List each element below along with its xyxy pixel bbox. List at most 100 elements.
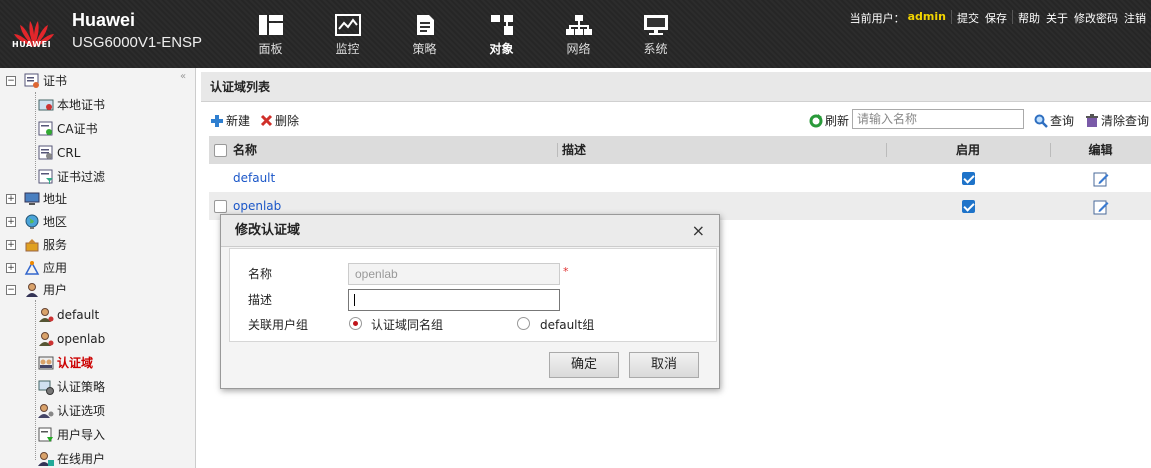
sidebar-item-auth-domain[interactable]: 认证域 [38,353,93,373]
sidebar-item-label: openlab [57,332,106,346]
same-name-group-radio[interactable] [349,317,362,330]
sidebar-item-label: 认证策略 [57,380,106,394]
sidebar-item-label: 认证选项 [57,404,106,418]
sidebar-item-label: 本地证书 [57,98,106,112]
auth-domain-table: 名称 描述 启用 编辑 default openlab [209,136,1151,220]
nav-label: 策略 [412,42,437,56]
name-label: 名称 [248,267,273,281]
desc-field[interactable] [348,289,560,311]
user-import-icon [38,427,53,442]
nav-policy[interactable]: 策略 [386,14,463,64]
sidebar-item-online-users[interactable]: 在线用户 [38,449,105,468]
enabled-checkbox[interactable] [961,200,975,213]
sidebar-item-label: 地区 [43,215,68,229]
row-select-checkbox[interactable] [214,200,227,213]
nav-label: 监控 [335,42,360,56]
nav-label: 面板 [258,42,283,56]
save-link[interactable]: 保存 [982,10,1010,26]
row-name-link[interactable]: default [233,171,275,185]
query-button[interactable]: 查询 [1034,112,1074,129]
logout-link[interactable]: 注销 [1121,10,1149,26]
policy-icon [416,15,434,35]
sidebar-item-user[interactable]: − 用户 [6,280,67,300]
huawei-logo-icon [14,21,54,47]
column-name-header: 名称 [233,143,258,157]
auth-domain-icon [38,356,54,370]
about-link[interactable]: 关于 [1043,10,1071,26]
top-header: HUAWEI Huawei USG6000V1-ENSP 面板 监控 策略 对象… [0,0,1151,68]
sidebar-item-cert-filter[interactable]: 证书过滤 [38,167,105,187]
default-group-radio[interactable] [517,317,530,330]
ca-cert-icon [38,121,53,136]
change-password-link[interactable]: 修改密码 [1071,10,1121,26]
sidebar-item-application[interactable]: + 应用 [6,258,67,278]
clear-icon [1086,113,1098,127]
device-model: USG6000V1-ENSP [72,34,203,51]
nav-label: 网络 [566,42,591,56]
sidebar-item-ca-cert[interactable]: CA证书 [38,119,98,139]
user-icon [26,283,38,297]
collapse-toggle-icon[interactable]: − [6,76,16,86]
brand-name: Huawei [72,10,136,30]
expand-toggle-icon[interactable]: + [6,194,16,204]
sidebar-item-region[interactable]: + 地区 [6,212,67,232]
sidebar-item-auth-policy[interactable]: 认证策略 [38,377,105,397]
sidebar-item-label: 在线用户 [57,452,106,466]
new-label: 新建 [226,114,251,128]
submit-link[interactable]: 提交 [954,10,982,26]
new-button[interactable]: 新建 [210,112,250,129]
same-name-group-label: 认证域同名组 [371,318,444,332]
expand-toggle-icon[interactable]: + [6,240,16,250]
object-icon [490,15,513,35]
select-all-checkbox[interactable] [214,144,227,157]
ok-button[interactable]: 确定 [549,352,619,378]
collapse-sidebar-icon[interactable]: « [180,71,186,82]
delete-button[interactable]: 删除 [260,112,299,129]
panel-title: 认证域列表 [201,72,1151,102]
sidebar-item-address[interactable]: + 地址 [6,189,67,209]
name-field[interactable] [348,263,560,285]
clear-query-label: 清除查询 [1101,114,1150,128]
nav-system[interactable]: 系统 [617,14,694,64]
current-user-label: 当前用户： [849,12,905,25]
sidebar-item-crl[interactable]: CRL [38,143,80,163]
search-input[interactable] [852,109,1024,129]
cancel-button[interactable]: 取消 [629,352,699,378]
sidebar-item-label: 证书 [43,74,68,88]
delete-icon [260,114,273,127]
expand-toggle-icon[interactable]: + [6,263,16,273]
row-name-link[interactable]: openlab [233,199,281,213]
sidebar-item-local-cert[interactable]: 本地证书 [38,95,105,115]
main-nav: 面板 监控 策略 对象 网络 系统 [232,14,694,64]
sidebar-item-service[interactable]: + 服务 [6,235,67,255]
sidebar-item-auth-options[interactable]: 认证选项 [38,401,105,421]
sidebar-item-label: 应用 [43,261,68,275]
sidebar-item-label: CA证书 [57,122,98,136]
enabled-checkbox[interactable] [961,172,975,185]
clear-query-button[interactable]: 清除查询 [1085,112,1149,129]
sidebar-item-label: CRL [57,146,81,160]
edit-icon[interactable] [1093,171,1109,187]
expand-toggle-icon[interactable]: + [6,217,16,227]
nav-monitor[interactable]: 监控 [309,14,386,64]
column-desc-header: 描述 [557,136,886,164]
column-enabled-header: 启用 [886,136,1050,164]
help-link[interactable]: 帮助 [1015,10,1043,26]
edit-icon[interactable] [1093,199,1109,215]
delete-label: 删除 [275,114,300,128]
sidebar-item-user-import[interactable]: 用户导入 [38,425,105,445]
close-icon[interactable]: × [692,221,705,240]
service-icon [25,239,39,252]
nav-label: 系统 [643,42,668,56]
sidebar-item-openlab[interactable]: openlab [38,329,105,349]
refresh-button[interactable]: 刷新 [809,112,849,129]
nav-dashboard[interactable]: 面板 [232,14,309,64]
current-user: admin [907,10,946,23]
nav-network[interactable]: 网络 [540,14,617,64]
sidebar-item-default[interactable]: default [38,305,99,325]
sidebar-item-certificate[interactable]: − 证书 [6,71,67,91]
sidebar-item-label: 用户 [43,283,68,297]
collapse-toggle-icon[interactable]: − [6,285,16,295]
nav-label: 对象 [489,42,514,56]
nav-object[interactable]: 对象 [463,14,540,64]
